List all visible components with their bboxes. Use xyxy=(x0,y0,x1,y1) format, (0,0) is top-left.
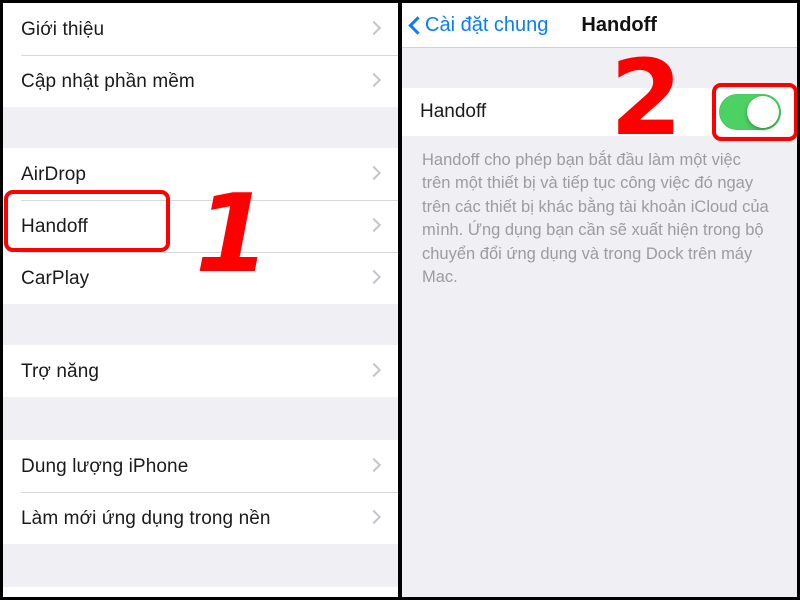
group-separator-band xyxy=(3,107,398,148)
tutorial-screenshot: Giới thiệu Cập nhật phần mềm AirDrop Han… xyxy=(0,0,800,600)
row-label: Trợ năng xyxy=(21,360,100,382)
sidebar-item-dung-luong-iphone[interactable]: Dung lượng iPhone xyxy=(3,440,398,492)
row-label: Handoff xyxy=(21,215,88,237)
left-panel-general-settings: Giới thiệu Cập nhật phần mềm AirDrop Han… xyxy=(0,3,398,597)
handoff-description-text: Handoff cho phép bạn bắt đầu làm một việ… xyxy=(402,136,797,290)
handoff-toggle[interactable] xyxy=(719,94,781,130)
row-label: Giới thiệu xyxy=(21,18,105,40)
chevron-right-icon xyxy=(368,164,380,184)
sidebar-item-tro-nang[interactable]: Trợ năng xyxy=(3,345,398,397)
row-label: Dung lượng iPhone xyxy=(21,455,189,477)
chevron-left-icon xyxy=(408,14,422,36)
sidebar-item-carplay[interactable]: CarPlay xyxy=(3,252,398,304)
toggle-knob xyxy=(747,96,779,128)
settings-group-3: Trợ năng xyxy=(3,345,398,397)
group-separator-band xyxy=(3,397,398,440)
chevron-right-icon xyxy=(368,508,380,528)
back-button-label: Cài đặt chung xyxy=(425,14,549,36)
chevron-right-icon xyxy=(368,71,380,91)
navigation-bar: Cài đặt chung Handoff xyxy=(402,3,797,48)
sidebar-item-handoff[interactable]: Handoff xyxy=(3,200,398,252)
group-separator-band xyxy=(3,544,398,587)
chevron-right-icon xyxy=(368,268,380,288)
page-title: Handoff xyxy=(581,13,657,36)
sidebar-item-gioi-thieu[interactable]: Giới thiệu xyxy=(3,3,398,55)
sidebar-item-lam-moi-ung-dung-trong-nen[interactable]: Làm mới ứng dụng trong nền xyxy=(3,492,398,544)
handoff-setting-row[interactable]: Handoff xyxy=(402,88,797,136)
settings-group-2: AirDrop Handoff CarPlay xyxy=(3,148,398,304)
sidebar-item-ngay-va-gio[interactable]: Ngày & giờ xyxy=(3,587,398,597)
row-label: Làm mới ứng dụng trong nền xyxy=(21,507,271,529)
sidebar-item-cap-nhat-phan-mem[interactable]: Cập nhật phần mềm xyxy=(3,55,398,107)
group-separator-band xyxy=(402,48,797,88)
settings-group-5: Ngày & giờ xyxy=(3,587,398,597)
sidebar-item-airdrop[interactable]: AirDrop xyxy=(3,148,398,200)
settings-group-4: Dung lượng iPhone Làm mới ứng dụng trong… xyxy=(3,440,398,544)
row-label: Cập nhật phần mềm xyxy=(21,70,195,92)
chevron-right-icon xyxy=(368,19,380,39)
settings-group-1: Giới thiệu Cập nhật phần mềm xyxy=(3,3,398,107)
chevron-right-icon xyxy=(368,216,380,236)
right-panel-handoff-detail: Cài đặt chung Handoff Handoff Handoff ch… xyxy=(398,3,800,597)
chevron-right-icon xyxy=(368,456,380,476)
back-button[interactable]: Cài đặt chung xyxy=(408,14,548,36)
group-separator-band xyxy=(3,304,398,345)
handoff-row-label: Handoff xyxy=(420,101,487,122)
row-label: CarPlay xyxy=(21,267,90,289)
row-label: AirDrop xyxy=(21,163,87,185)
chevron-right-icon xyxy=(368,361,380,381)
